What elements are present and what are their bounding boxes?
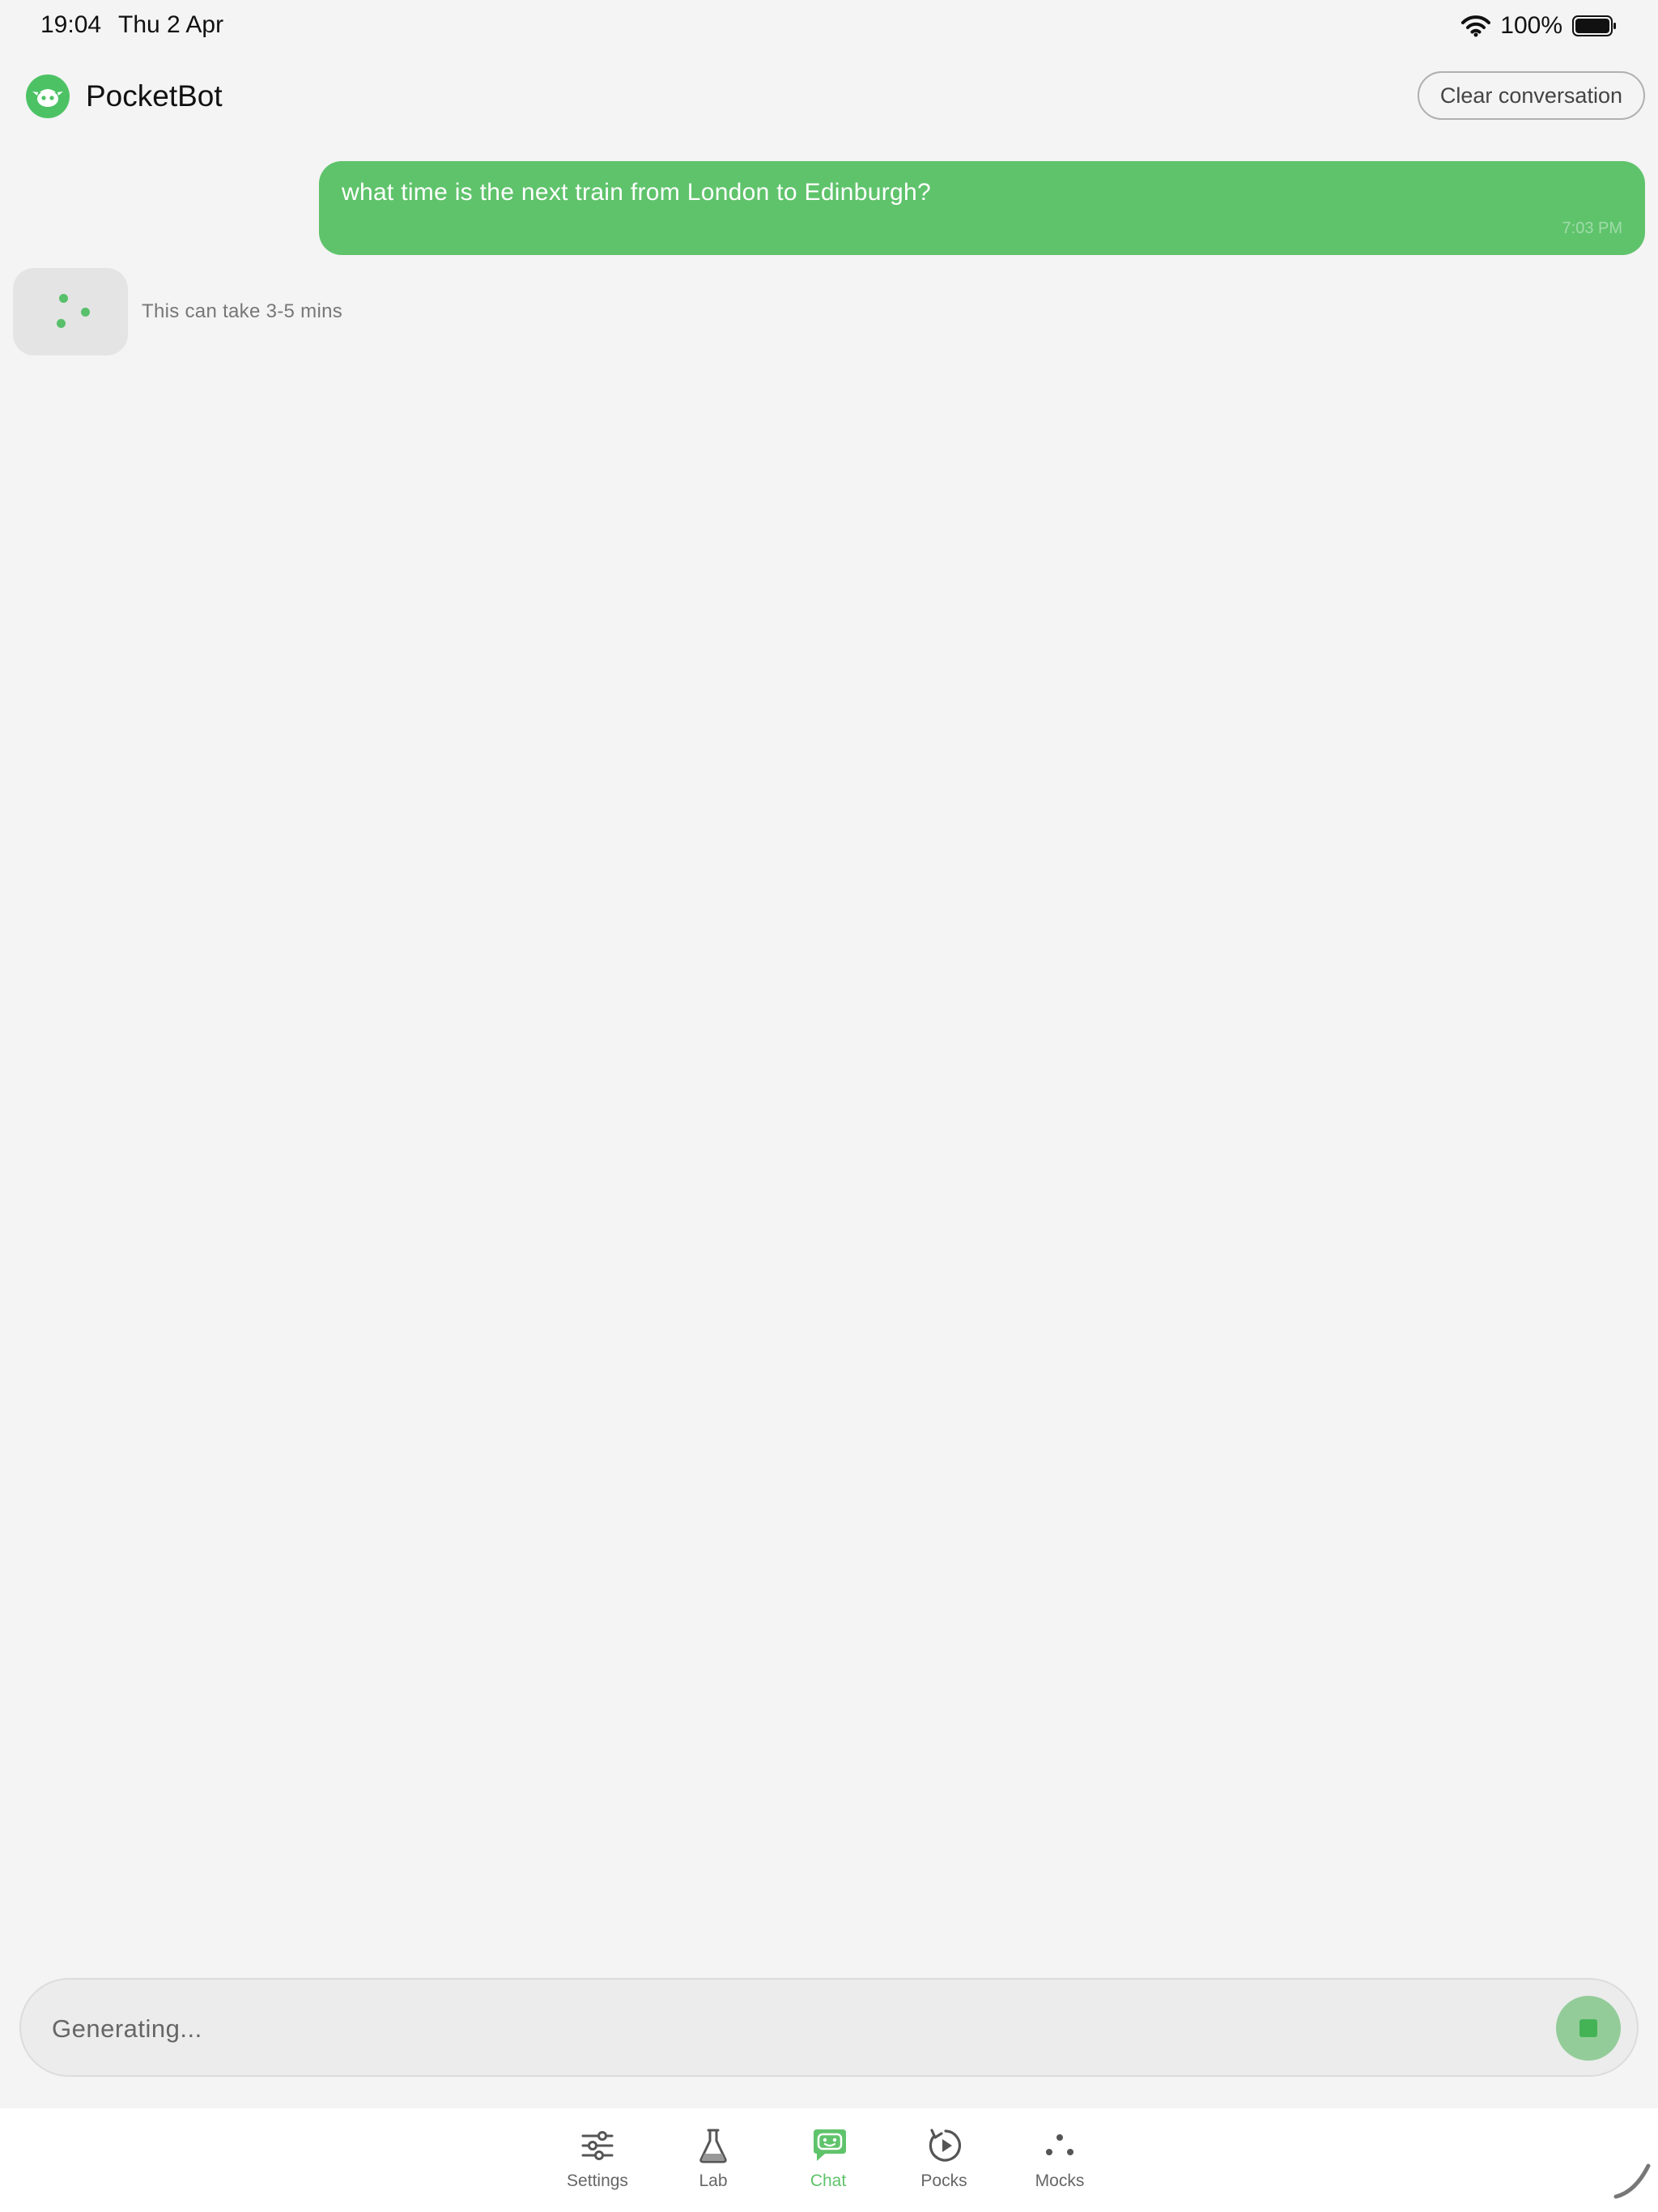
resize-handle-icon[interactable] (1611, 2159, 1653, 2206)
tab-label: Lab (699, 2172, 728, 2190)
tab-mocks[interactable]: Mocks (1011, 2120, 1108, 2201)
tab-chat[interactable]: Chat (780, 2120, 877, 2201)
typing-dot (81, 308, 90, 317)
tab-pocks[interactable]: Pocks (895, 2120, 993, 2201)
bottom-tab-bar: Settings Lab Chat Pocks Mocks (0, 2108, 1658, 2212)
sliders-icon (581, 2128, 614, 2163)
tab-lab[interactable]: Lab (665, 2120, 762, 2201)
typing-dot (59, 294, 68, 303)
chat-screen: 19:04 Thu 2 Apr 100% PocketBot Clear con… (0, 0, 1658, 2212)
replay-icon (928, 2128, 962, 2163)
status-bar: 19:04 Thu 2 Apr 100% (0, 0, 1658, 52)
message-composer (19, 1978, 1639, 2077)
pocketbot-logo-icon (26, 74, 70, 118)
message-input[interactable] (50, 2004, 1511, 2054)
user-message-text: what time is the next train from London … (342, 179, 931, 206)
clear-conversation-button[interactable]: Clear conversation (1417, 71, 1645, 120)
stop-icon (1579, 2019, 1597, 2037)
tab-label: Settings (567, 2172, 628, 2190)
battery-percentage: 100% (1500, 12, 1562, 39)
chat-bot-icon (812, 2128, 846, 2163)
message-timestamp: 7:03 PM (1562, 219, 1622, 237)
typing-dot (57, 319, 66, 328)
tab-label: Pocks (920, 2172, 967, 2190)
app-header: PocketBot Clear conversation (0, 68, 1658, 126)
stop-generation-button[interactable] (1556, 1996, 1621, 2061)
status-date: Thu 2 Apr (118, 11, 224, 38)
wifi-icon (1461, 15, 1491, 37)
status-indicators: 100% (1461, 10, 1618, 42)
battery-icon (1572, 15, 1618, 36)
tab-label: Chat (810, 2172, 847, 2190)
status-time: 19:04 (40, 11, 102, 38)
flask-icon (697, 2128, 729, 2163)
user-message-bubble: what time is the next train from London … (319, 161, 1645, 255)
three-dots-icon (1044, 2128, 1076, 2163)
tab-label: Mocks (1035, 2172, 1085, 2190)
waiting-note: This can take 3-5 mins (142, 300, 343, 322)
app-title: PocketBot (86, 79, 223, 113)
tab-settings[interactable]: Settings (549, 2120, 646, 2201)
bot-typing-indicator (13, 268, 128, 355)
